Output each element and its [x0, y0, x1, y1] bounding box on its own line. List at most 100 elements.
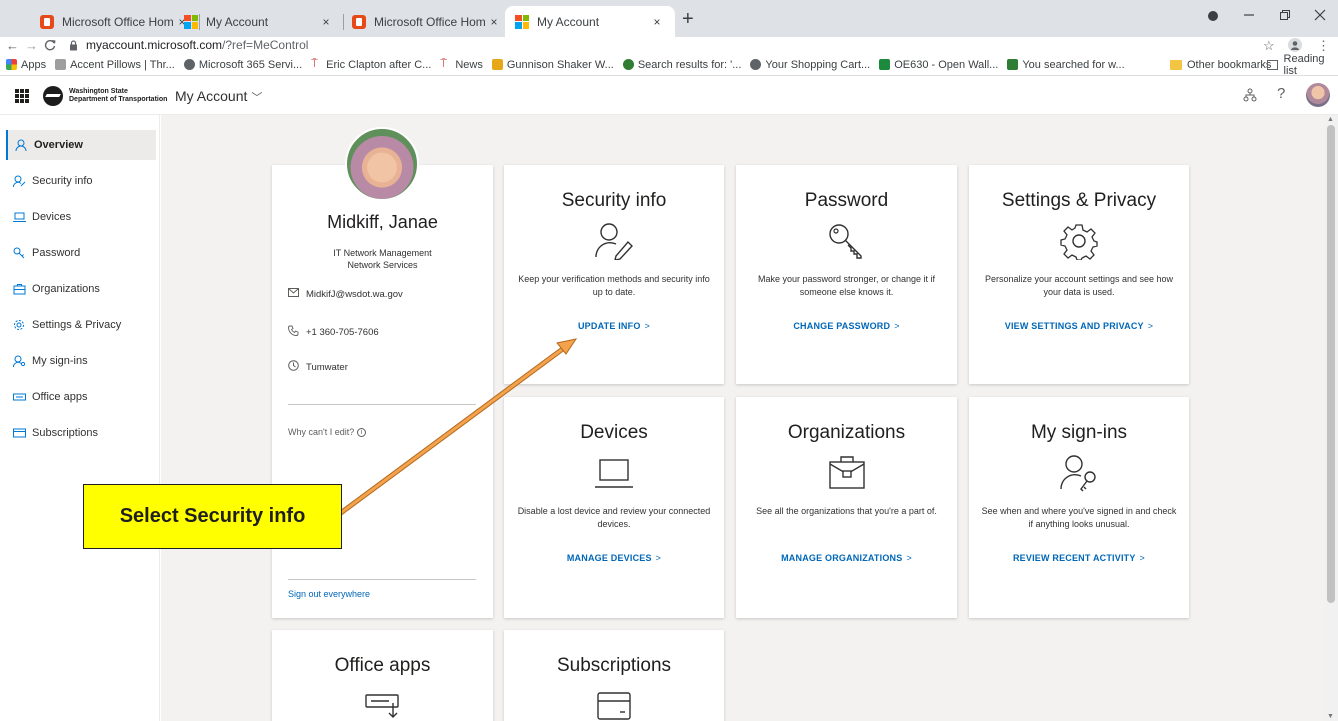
sidebar-item-label: Subscriptions — [32, 427, 99, 439]
bookmark-item[interactable]: You searched for w... — [1007, 59, 1125, 71]
new-tab-button[interactable]: + — [682, 9, 694, 29]
profile-dot-icon[interactable] — [1207, 9, 1219, 26]
close-icon[interactable]: × — [486, 15, 502, 29]
app-launcher-icon[interactable] — [15, 89, 29, 103]
page-title: My Account — [175, 88, 248, 104]
sidebar-item-label: Security info — [32, 175, 93, 187]
lock-icon[interactable] — [69, 37, 78, 55]
bookmark-item[interactable]: Gunnison Shaker W... — [491, 59, 614, 71]
news-icon: ⍑ — [311, 58, 318, 70]
briefcase-icon — [12, 282, 26, 296]
sidebar-item-devices[interactable]: Devices — [6, 202, 156, 232]
update-info-link[interactable]: UPDATE INFO > — [504, 321, 724, 331]
browser-tab-title: Microsoft Office Home — [374, 14, 486, 29]
browser-tab[interactable]: My Account × — [174, 6, 344, 37]
url-host: myaccount.microsoft.com — [86, 38, 223, 52]
sidebar-item-office-apps[interactable]: Office apps — [6, 382, 156, 412]
review-recent-activity-link[interactable]: REVIEW RECENT ACTIVITY > — [969, 553, 1189, 563]
info-icon: i — [356, 428, 366, 437]
profile-photo — [345, 127, 419, 201]
bookmark-item[interactable]: ⍑ News — [440, 59, 483, 71]
bookmark-item[interactable]: Accent Pillows | Thr... — [55, 59, 175, 71]
sidebar-item-settings-privacy[interactable]: Settings & Privacy — [6, 310, 156, 340]
site-icon — [879, 59, 891, 70]
bookmarks-bar: Apps Accent Pillows | Thr... Microsoft 3… — [0, 53, 1338, 77]
url-field[interactable]: myaccount.microsoft.com/?ref=MeControl — [86, 37, 308, 54]
chevron-right-icon: > — [906, 553, 912, 563]
laptop-icon — [12, 210, 26, 224]
card-settings-privacy[interactable]: Settings & Privacy Personalize your acco… — [969, 165, 1189, 384]
manage-devices-link[interactable]: MANAGE DEVICES > — [504, 553, 724, 563]
sidebar-item-my-sign-ins[interactable]: My sign-ins — [6, 346, 156, 376]
my-account-menu[interactable]: My Account ﹀ — [175, 88, 262, 105]
card-description: Disable a lost device and review your co… — [517, 506, 711, 529]
menu-icon[interactable]: ⋮ — [1317, 37, 1330, 54]
site-icon — [622, 59, 634, 70]
card-organizations[interactable]: Organizations See all the organizations … — [736, 397, 957, 618]
star-icon[interactable]: ☆ — [1263, 37, 1275, 54]
why-cant-edit-link[interactable]: Why can't I edit? i — [288, 427, 366, 437]
change-password-link[interactable]: CHANGE PASSWORD > — [736, 321, 957, 331]
laptop-icon — [595, 459, 633, 488]
bookmark-item[interactable]: ⍑ Eric Clapton after C... — [311, 59, 431, 71]
avatar[interactable] — [1306, 83, 1330, 107]
profile-department: IT Network Management — [333, 248, 432, 258]
sidebar-item-organizations[interactable]: Organizations — [6, 274, 156, 304]
close-icon[interactable]: × — [649, 15, 665, 29]
browser-tab[interactable]: Microsoft Office Home × — [342, 6, 512, 37]
card-security-info[interactable]: Security info Keep your verification met… — [504, 165, 724, 384]
sidebar-item-label: Password — [32, 247, 81, 259]
org-chart-icon[interactable] — [1243, 88, 1257, 106]
keyboard-icon — [364, 694, 399, 718]
keyboard-icon — [12, 390, 26, 404]
profile-divider — [288, 579, 476, 580]
sidebar-item-password[interactable]: Password — [6, 238, 156, 268]
wsdot-logo: Washington State Department of Transporta… — [43, 86, 167, 106]
office-icon — [352, 14, 366, 29]
other-bookmarks[interactable]: Other bookmarks — [1170, 54, 1271, 76]
scrollbar[interactable]: ▲ ▼ — [1324, 115, 1338, 721]
profile-phone: +1 360-705-7606 — [306, 326, 379, 338]
person-key-icon — [1060, 455, 1096, 492]
person-icon — [14, 138, 28, 152]
bookmark-item[interactable]: OE630 - Open Wall... — [879, 59, 998, 71]
briefcase-icon — [828, 456, 865, 489]
bookmark-item[interactable]: Apps — [6, 59, 46, 71]
card-subscriptions[interactable]: Subscriptions — [504, 630, 724, 721]
scrollbar-thumb[interactable] — [1327, 125, 1335, 603]
card-title: Subscriptions — [556, 655, 672, 676]
back-icon[interactable]: ← — [6, 37, 19, 54]
forward-icon[interactable]: → — [25, 37, 38, 54]
minimize-icon[interactable] — [1243, 8, 1255, 25]
sidebar-item-overview[interactable]: Overview — [6, 130, 156, 160]
url-path: /?ref=MeControl — [222, 38, 309, 52]
window-close-icon[interactable] — [1314, 8, 1326, 25]
sign-out-everywhere-link[interactable]: Sign out everywhere — [288, 589, 370, 599]
close-icon[interactable]: × — [318, 15, 334, 29]
bookmark-item[interactable]: Microsoft 365 Servi... — [183, 59, 302, 71]
sidebar: Overview Security info Devices Password … — [0, 115, 160, 721]
reload-icon[interactable] — [44, 37, 56, 55]
browser-tab-title: My Account — [206, 14, 269, 29]
card-office-apps[interactable]: Office apps — [272, 630, 493, 721]
profile-name: Midkiff, Janae — [327, 212, 438, 232]
manage-organizations-link[interactable]: MANAGE ORGANIZATIONS > — [736, 553, 957, 563]
restore-icon[interactable] — [1279, 8, 1291, 25]
card-password[interactable]: Password Make your password stronger, or… — [736, 165, 957, 384]
view-settings-privacy-link[interactable]: VIEW SETTINGS AND PRIVACY > — [969, 321, 1189, 331]
bookmark-item[interactable]: Your Shopping Cart... — [750, 59, 870, 71]
help-icon[interactable]: ? — [1277, 85, 1285, 102]
browser-tab-strip: Microsoft Office Home × My Account × Mic… — [0, 0, 1338, 37]
profile-phone-row: +1 360-705-7606 — [288, 325, 379, 339]
card-description: Make your password stronger, or change i… — [757, 274, 936, 297]
sidebar-item-subscriptions[interactable]: Subscriptions — [6, 418, 156, 448]
reading-list[interactable]: Reading list — [1267, 53, 1338, 77]
microsoft-icon — [515, 14, 529, 29]
card-devices[interactable]: Devices Disable a lost device and review… — [504, 397, 724, 618]
card-my-sign-ins[interactable]: My sign-ins See when and where you've si… — [969, 397, 1189, 618]
sidebar-item-security-info[interactable]: Security info — [6, 166, 156, 196]
globe-icon — [750, 59, 762, 70]
browser-tab-active[interactable]: My Account × — [505, 6, 675, 37]
profile-location-row: Tumwater — [288, 360, 348, 374]
bookmark-item[interactable]: Search results for: '... — [622, 59, 741, 71]
